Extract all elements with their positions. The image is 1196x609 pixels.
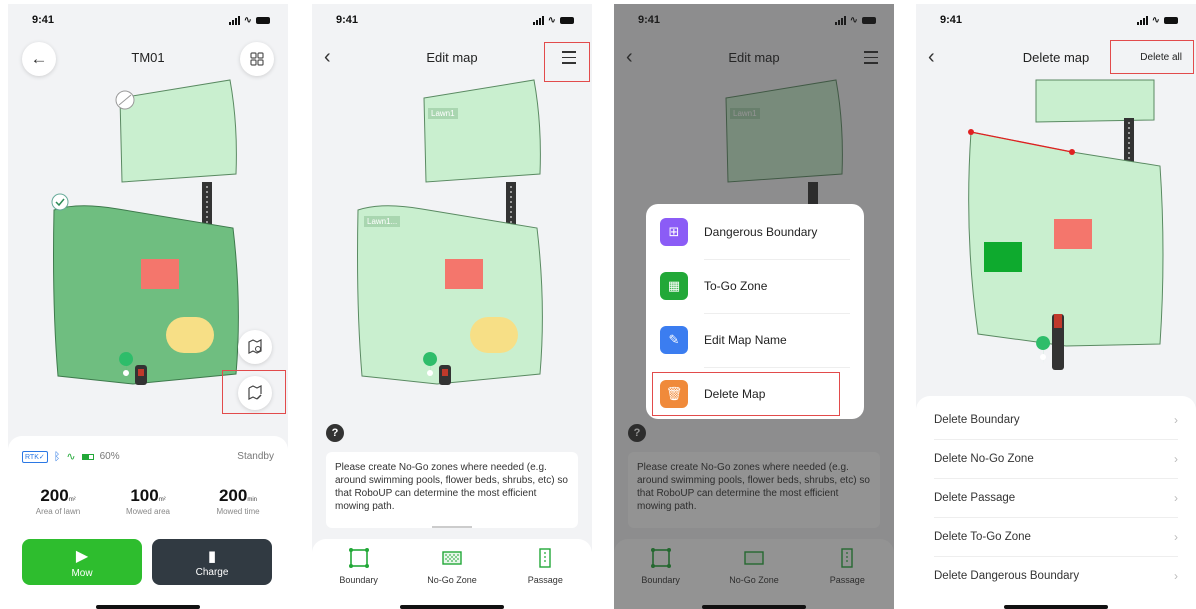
stat-mowed: 100m² Mowed area xyxy=(108,486,188,516)
delete-passage-item[interactable]: Delete Passage › xyxy=(934,478,1178,517)
menu-label: To-Go Zone xyxy=(704,279,768,293)
mower-state: Standby xyxy=(237,451,274,462)
stat-label: Mowed area xyxy=(125,507,171,516)
home-indicator xyxy=(96,605,200,609)
connection-row: RTK✓ ᛒ ∿ 60% Standby xyxy=(22,450,274,463)
highlight-box xyxy=(222,370,286,414)
tip-card: Please create No-Go zones where needed (… xyxy=(326,452,578,528)
stat-unit: min xyxy=(247,497,258,503)
home-indicator xyxy=(702,605,806,609)
home-screen: 9:41 ∿ ← TM01 RTK✓ ᛒ ∿ 60% Standby 200m²… xyxy=(8,4,288,609)
stat-unit: m² xyxy=(158,497,166,503)
mow-button[interactable]: ▶ Mow xyxy=(22,539,142,585)
map-toolbar: Boundary No-Go Zone Passage xyxy=(312,539,592,609)
wifi-status-icon: ∿ xyxy=(66,451,76,463)
home-indicator xyxy=(1004,605,1108,609)
passage-icon xyxy=(539,548,552,568)
item-label: Delete No-Go Zone xyxy=(934,452,1034,465)
page-indicator xyxy=(432,526,472,528)
chevron-right-icon: › xyxy=(1174,412,1178,427)
lawn-label: Lawn1 xyxy=(428,108,458,119)
menu-label: Dangerous Boundary xyxy=(704,225,818,239)
tool-label: No-Go Zone xyxy=(427,575,477,585)
map-layer-button[interactable] xyxy=(238,330,272,364)
boundary-button[interactable]: Boundary xyxy=(319,539,399,609)
stat-label: Area of lawn xyxy=(35,507,81,516)
delete-boundary-item[interactable]: Delete Boundary › xyxy=(934,400,1178,439)
charge-button[interactable]: ▮ Charge xyxy=(152,539,272,585)
stat-area: 200m² Area of lawn xyxy=(18,486,98,516)
stat-value: 100 xyxy=(130,486,159,505)
delete-options-list: Delete Boundary › Delete No-Go Zone › Dele… xyxy=(916,396,1196,609)
delete-map-screen: 9:41 ∿ ‹ Delete map Delete all Delete Bo… xyxy=(916,4,1196,609)
stat-time: 200min Mowed time xyxy=(198,486,278,516)
menu-item-edit-map-name[interactable]: ✎ Edit Map Name xyxy=(660,314,850,366)
rtk-badge: RTK✓ xyxy=(22,450,48,463)
hatch-icon: ▦ xyxy=(660,272,688,300)
highlight-box xyxy=(652,372,840,416)
lawn-map[interactable] xyxy=(916,4,1196,404)
charge-icon: ▮ xyxy=(207,547,217,565)
delete-to-go-zone-item[interactable]: Delete To-Go Zone › xyxy=(934,517,1178,556)
chevron-right-icon: › xyxy=(1174,490,1178,505)
play-icon: ▶ xyxy=(75,547,89,565)
chevron-right-icon: › xyxy=(1174,529,1178,544)
menu-item-dangerous-boundary[interactable]: ⊞ Dangerous Boundary xyxy=(660,206,850,258)
mow-label: Mow xyxy=(71,567,93,579)
stats-grid: 200m² Area of lawn 100m² Mowed area 200min… xyxy=(8,486,288,516)
menu-item-to-go-zone[interactable]: ▦ To-Go Zone xyxy=(660,260,850,312)
item-label: Delete To-Go Zone xyxy=(934,530,1031,543)
lawn-map[interactable] xyxy=(312,4,592,434)
map-settings-icon xyxy=(248,339,262,354)
no-go-zone-button[interactable]: No-Go Zone xyxy=(412,539,492,609)
bluetooth-icon: ᛒ xyxy=(53,450,61,463)
battery-percent: 60% xyxy=(99,451,120,462)
battery-status-icon xyxy=(81,453,94,460)
plus-icon: ⊞ xyxy=(660,218,688,246)
menu-label: Edit Map Name xyxy=(704,333,787,347)
charge-label: Charge xyxy=(195,566,229,578)
tool-label: Passage xyxy=(527,575,563,585)
stat-value: 200 xyxy=(40,486,69,505)
edit-map-screen: 9:41 ∿ ‹ Edit map Lawn1 Lawn1... ? Pleas… xyxy=(312,4,592,609)
edit-icon: ✎ xyxy=(660,326,688,354)
chevron-right-icon: › xyxy=(1174,568,1178,583)
item-label: Delete Boundary xyxy=(934,413,1020,426)
stat-label: Mowed time xyxy=(216,507,260,516)
help-icon[interactable]: ? xyxy=(326,424,344,442)
home-indicator xyxy=(400,605,504,609)
delete-no-go-zone-item[interactable]: Delete No-Go Zone › xyxy=(934,439,1178,478)
delete-dangerous-boundary-item[interactable]: Delete Dangerous Boundary › xyxy=(934,556,1178,595)
rtk-text: RTK xyxy=(25,453,39,461)
passage-button[interactable]: Passage xyxy=(505,539,585,609)
boundary-icon xyxy=(348,548,369,568)
item-label: Delete Dangerous Boundary xyxy=(934,569,1080,582)
chevron-right-icon: › xyxy=(1174,451,1178,466)
stat-unit: m² xyxy=(68,497,76,503)
lawn-label: Lawn1... xyxy=(364,216,401,227)
stat-value: 200 xyxy=(218,486,248,505)
tool-label: Boundary xyxy=(339,575,378,585)
item-label: Delete Passage xyxy=(934,491,1016,504)
edit-map-menu-screen: 9:41 ∿ ‹ Edit map Lawn1 ? Please create … xyxy=(614,4,894,609)
no-go-zone-icon xyxy=(442,551,462,565)
